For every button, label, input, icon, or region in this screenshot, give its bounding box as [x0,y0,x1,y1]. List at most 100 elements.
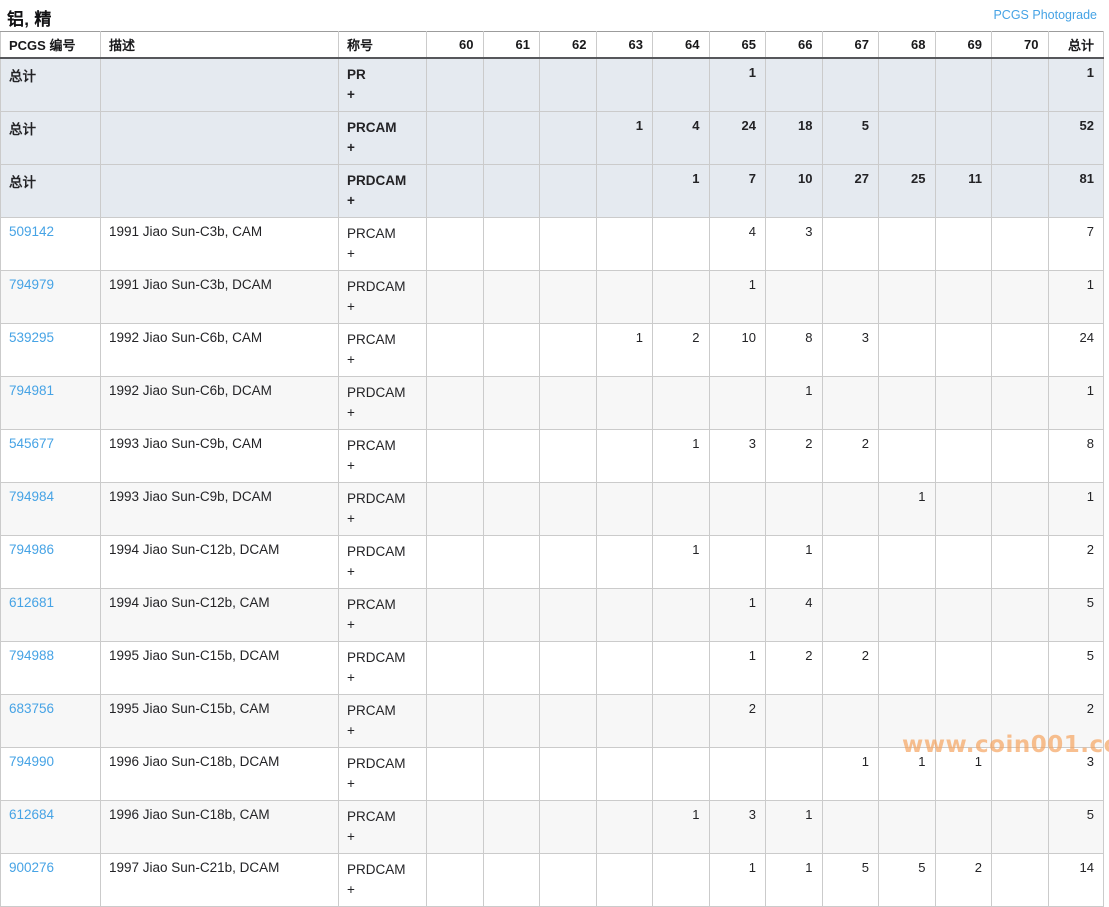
designation-cell: PRDCAM+ [339,536,427,589]
grade-69-count-cell: 1 [935,748,992,801]
description-cell: 1991 Jiao Sun-C3b, CAM [101,218,339,271]
grade-61-count-cell [483,165,540,218]
grade-68-count-cell: 1 [879,748,936,801]
pcgs-number-link[interactable]: 794988 [9,648,54,663]
grade-68-count-cell: 5 [879,854,936,907]
grade-68-count-cell [879,536,936,589]
total-count-cell: 2 [1048,536,1104,589]
column-header-grade-69: 69 [935,32,992,59]
pcgs-number-link[interactable]: 545677 [9,436,54,451]
grade-62-count-cell [540,112,597,165]
grade-61-count-cell [483,430,540,483]
grade-61-count-cell [483,324,540,377]
grade-63-count-cell [596,695,653,748]
total-count-cell: 5 [1048,589,1104,642]
pcgs-number-cell: 509142 [1,218,101,271]
grade-69-count-cell [935,58,992,112]
total-count-cell: 52 [1048,112,1104,165]
pcgs-number-cell: 900276 [1,854,101,907]
grade-70-count-cell [992,642,1049,695]
pcgs-number-link[interactable]: 794984 [9,489,54,504]
grade-66-count-cell [766,271,823,324]
description-cell: 1995 Jiao Sun-C15b, CAM [101,695,339,748]
designation-cell: PRCAM+ [339,430,427,483]
grade-69-count-cell [935,695,992,748]
summary-row: 总计PRCAM+142418552 [1,112,1104,165]
total-count-cell: 8 [1048,430,1104,483]
pcgs-number-link[interactable]: 612681 [9,595,54,610]
grade-68-count-cell [879,58,936,112]
grade-60-count-cell [427,271,484,324]
table-row: 7949901996 Jiao Sun-C18b, DCAMPRDCAM+111… [1,748,1104,801]
grade-62-count-cell [540,801,597,854]
grade-70-count-cell [992,324,1049,377]
grade-68-count-cell [879,589,936,642]
pcgs-number-link[interactable]: 900276 [9,860,54,875]
grade-68-count-cell [879,377,936,430]
grade-65-count-cell [709,377,766,430]
photograde-link[interactable]: PCGS Photograde [993,8,1097,22]
pcgs-number-link[interactable]: 794990 [9,754,54,769]
grade-61-count-cell [483,536,540,589]
description-cell: 1992 Jiao Sun-C6b, DCAM [101,377,339,430]
grade-64-count-cell: 1 [653,165,710,218]
pcgs-number-cell: 612684 [1,801,101,854]
grade-64-count-cell: 1 [653,801,710,854]
grade-63-count-cell: 1 [596,324,653,377]
pcgs-number-link[interactable]: 612684 [9,807,54,822]
description-cell: 1992 Jiao Sun-C6b, CAM [101,324,339,377]
summary-label-cell: 总计 [1,165,101,218]
column-header-grade-64: 64 [653,32,710,59]
column-header-grade-67: 67 [822,32,879,59]
pcgs-number-link[interactable]: 683756 [9,701,54,716]
grade-67-count-cell: 5 [822,854,879,907]
description-cell [101,165,339,218]
grade-64-count-cell [653,271,710,324]
pcgs-number-cell: 539295 [1,324,101,377]
grade-62-count-cell [540,324,597,377]
column-header-grade-63: 63 [596,32,653,59]
grade-67-count-cell [822,536,879,589]
grade-63-count-cell [596,748,653,801]
pcgs-number-link[interactable]: 539295 [9,330,54,345]
grade-65-count-cell: 1 [709,58,766,112]
column-header-total: 总计 [1048,32,1104,59]
pcgs-number-link[interactable]: 794979 [9,277,54,292]
grade-64-count-cell [653,218,710,271]
grade-68-count-cell [879,271,936,324]
grade-70-count-cell [992,430,1049,483]
grade-69-count-cell [935,430,992,483]
grade-67-count-cell [822,271,879,324]
grade-60-count-cell [427,801,484,854]
pcgs-number-cell: 794979 [1,271,101,324]
pcgs-number-link[interactable]: 794986 [9,542,54,557]
grade-65-count-cell: 1 [709,854,766,907]
total-count-cell: 3 [1048,748,1104,801]
table-row: 7949881995 Jiao Sun-C15b, DCAMPRDCAM+122… [1,642,1104,695]
grade-70-count-cell [992,801,1049,854]
grade-67-count-cell: 2 [822,642,879,695]
total-count-cell: 81 [1048,165,1104,218]
description-cell: 1995 Jiao Sun-C15b, DCAM [101,642,339,695]
grade-70-count-cell [992,112,1049,165]
grade-64-count-cell [653,377,710,430]
grade-66-count-cell: 1 [766,854,823,907]
grade-67-count-cell [822,58,879,112]
grade-61-count-cell [483,112,540,165]
grade-63-count-cell [596,58,653,112]
grade-70-count-cell [992,483,1049,536]
total-count-cell: 1 [1048,377,1104,430]
grade-66-count-cell: 2 [766,430,823,483]
grade-69-count-cell [935,536,992,589]
grade-65-count-cell: 1 [709,271,766,324]
pcgs-number-link[interactable]: 509142 [9,224,54,239]
table-row: 5091421991 Jiao Sun-C3b, CAMPRCAM+437 [1,218,1104,271]
grade-60-count-cell [427,483,484,536]
grade-70-count-cell [992,695,1049,748]
grade-62-count-cell [540,430,597,483]
pcgs-number-link[interactable]: 794981 [9,383,54,398]
grade-61-count-cell [483,58,540,112]
description-cell: 1996 Jiao Sun-C18b, CAM [101,801,339,854]
column-header-pcgs-number: PCGS 编号 [1,32,101,59]
grade-64-count-cell [653,695,710,748]
